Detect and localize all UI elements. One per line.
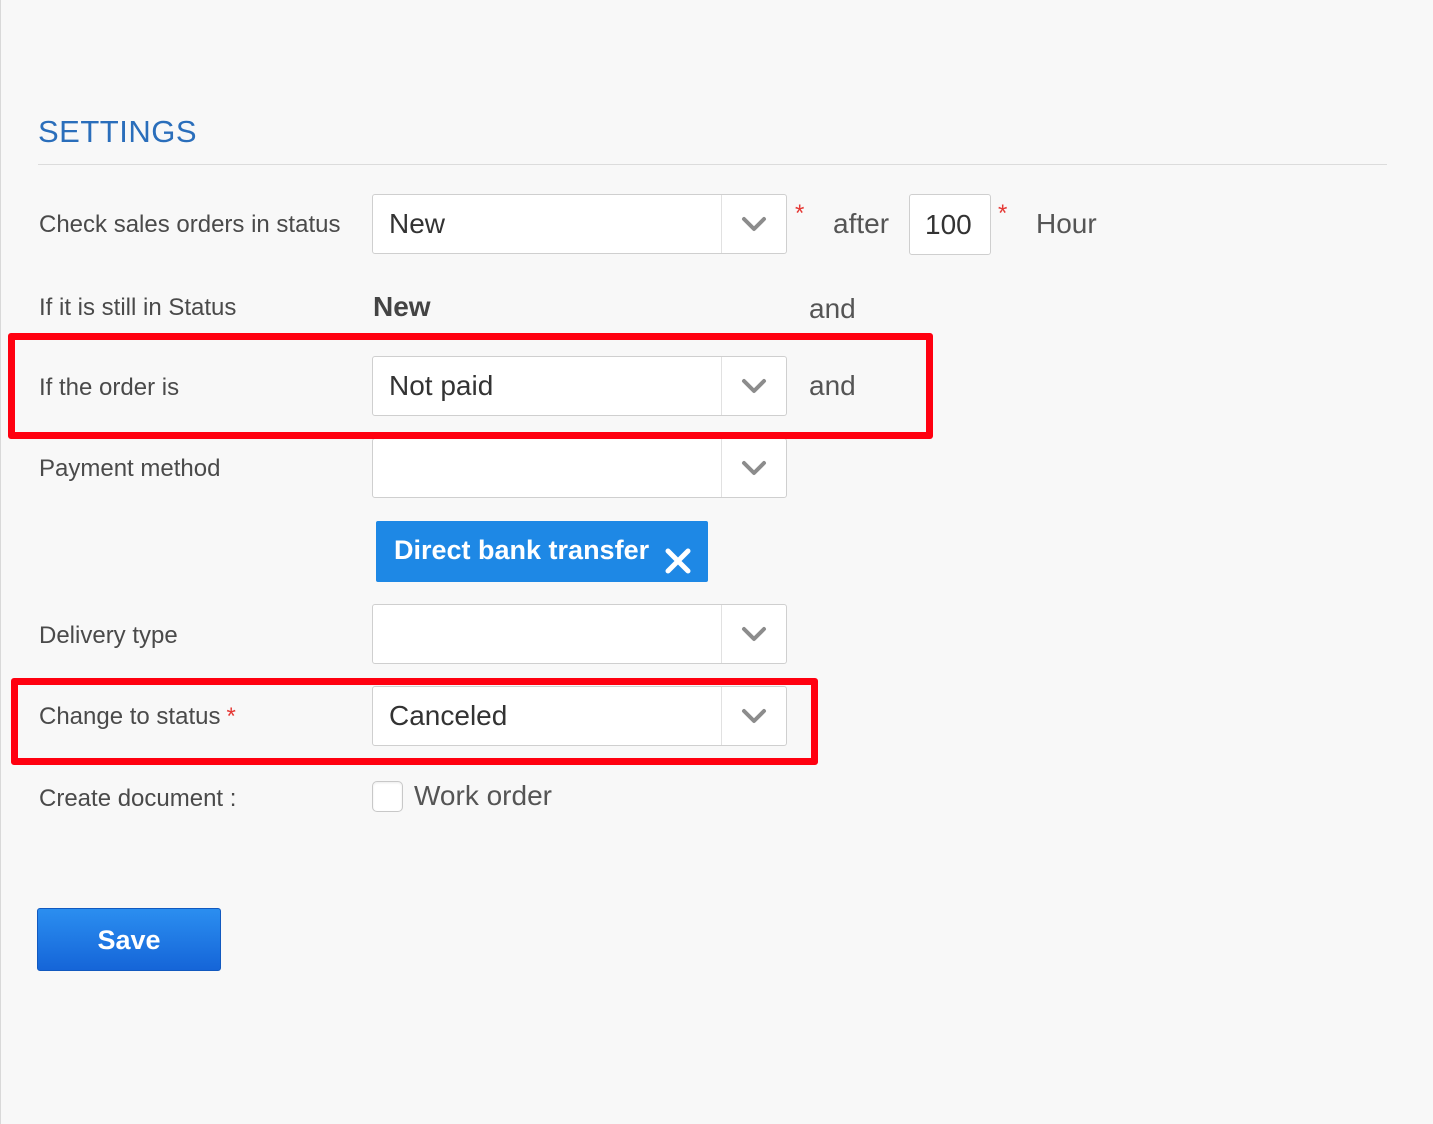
- required-marker: *: [998, 200, 1008, 227]
- work-order-label[interactable]: Work order: [414, 780, 552, 812]
- section-divider: [38, 164, 1387, 165]
- section-title: SETTINGS: [38, 114, 198, 149]
- hour-text: Hour: [1036, 208, 1097, 239]
- highlight-box-change-status: [11, 678, 818, 765]
- required-marker: *: [795, 200, 805, 227]
- hours-input[interactable]: 100: [909, 194, 991, 255]
- check-status-value: New: [389, 208, 446, 239]
- delivery-type-select[interactable]: [372, 604, 787, 664]
- chevron-down-icon[interactable]: [721, 195, 786, 253]
- payment-method-label: Payment method: [39, 455, 221, 482]
- work-order-checkbox[interactable]: [372, 781, 403, 812]
- payment-method-tag: Direct bank transfer: [376, 521, 708, 582]
- still-in-status-label: If it is still in Status: [39, 294, 237, 321]
- and-text: and: [809, 293, 856, 324]
- still-in-status-value: New: [373, 291, 431, 322]
- payment-method-select[interactable]: [372, 438, 787, 498]
- after-text: after: [833, 208, 890, 239]
- payment-method-tag-label: Direct bank transfer: [394, 535, 650, 565]
- chevron-down-icon[interactable]: [721, 605, 786, 663]
- chevron-down-icon[interactable]: [721, 439, 786, 497]
- check-status-label: Check sales orders in status: [39, 211, 341, 238]
- check-status-select[interactable]: New: [372, 194, 787, 254]
- delivery-type-label: Delivery type: [39, 622, 178, 649]
- highlight-box-order-is: [8, 333, 933, 439]
- left-border: [0, 0, 1, 1124]
- create-document-label: Create document :: [39, 785, 237, 812]
- save-button[interactable]: Save: [37, 908, 221, 971]
- close-icon[interactable]: [664, 537, 692, 574]
